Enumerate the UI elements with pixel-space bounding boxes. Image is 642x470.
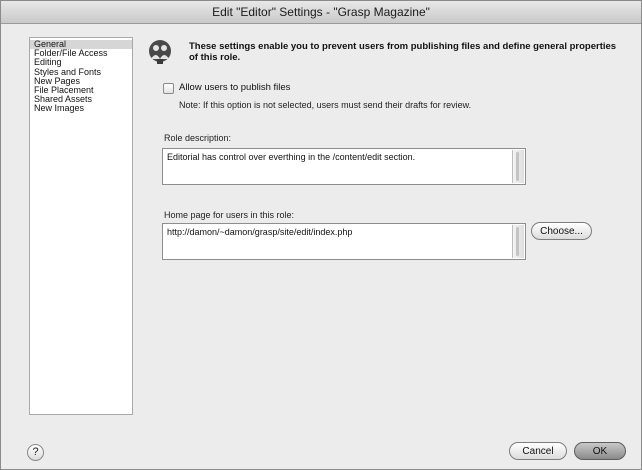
role-description-scrollbar[interactable] <box>512 150 524 183</box>
publish-note: Note: If this option is not selected, us… <box>179 100 472 110</box>
publish-checkbox[interactable] <box>163 83 174 94</box>
role-description-label: Role description: <box>164 133 232 143</box>
home-page-scrollbar[interactable] <box>512 225 524 258</box>
home-page-value: http://damon/~damon/grasp/site/edit/inde… <box>167 227 353 237</box>
publish-checkbox-label[interactable]: Allow users to publish files <box>179 82 290 93</box>
home-page-label: Home page for users in this role: <box>164 210 295 220</box>
people-icon <box>149 40 171 64</box>
role-description-value: Editorial has control over everthing in … <box>167 152 416 162</box>
sidebar-item-new-images[interactable]: New Images <box>30 104 132 113</box>
window-title: Edit "Editor" Settings - "Grasp Magazine… <box>1 1 641 24</box>
category-list[interactable]: General Folder/File Access Editing Style… <box>29 37 133 415</box>
info-description: These settings enable you to prevent use… <box>189 41 617 63</box>
help-icon[interactable]: ? <box>27 444 44 461</box>
ok-button[interactable]: OK <box>574 442 626 460</box>
cancel-button[interactable]: Cancel <box>509 442 567 460</box>
home-page-field[interactable]: http://damon/~damon/grasp/site/edit/inde… <box>162 223 526 260</box>
choose-button[interactable]: Choose... <box>531 222 592 240</box>
settings-dialog: Edit "Editor" Settings - "Grasp Magazine… <box>0 0 642 470</box>
role-description-field[interactable]: Editorial has control over everthing in … <box>162 148 526 185</box>
